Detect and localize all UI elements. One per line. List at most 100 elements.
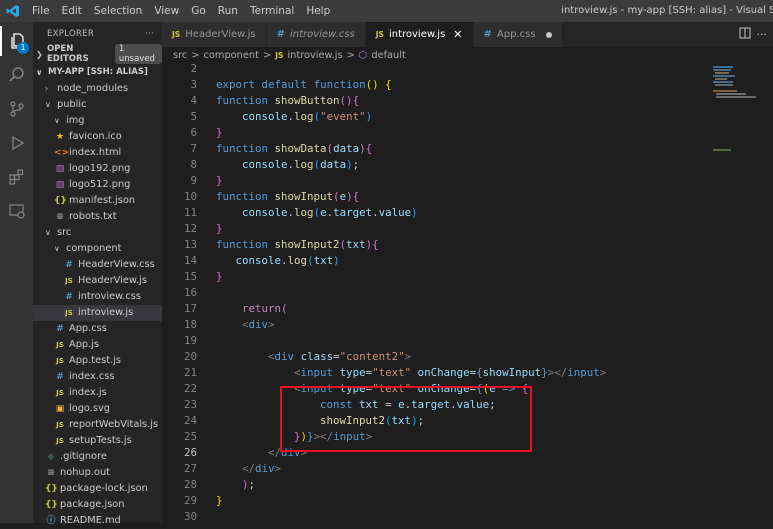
file-tree-item[interactable]: #introview.css [33, 289, 162, 305]
minimap[interactable] [711, 64, 773, 523]
file-tree-item[interactable]: ∨img [33, 113, 162, 129]
menu-item-edit[interactable]: Edit [56, 5, 88, 17]
file-tree-item[interactable]: #App.css [33, 321, 162, 337]
code-text: console.log(e.target.value) [216, 205, 418, 221]
extensions-icon[interactable] [0, 162, 33, 192]
code-line[interactable]: 9} [162, 173, 711, 189]
file-tree-item[interactable]: ◆.gitignore [33, 449, 162, 465]
code-line[interactable]: 28 ); [162, 477, 711, 493]
breadcrumb-item[interactable]: component [204, 50, 259, 61]
line-number: 2 [162, 61, 197, 77]
breadcrumb-item[interactable]: introview.js [287, 50, 342, 61]
file-tree-item[interactable]: <>index.html [33, 145, 162, 161]
js-icon: JS [54, 433, 66, 449]
code-line[interactable]: 6} [162, 125, 711, 141]
code-line[interactable]: 17 return( [162, 301, 711, 317]
code-text: } [216, 269, 223, 285]
tab-introview-js[interactable]: JSintroview.js✕ [366, 22, 474, 47]
line-number: 9 [162, 173, 197, 189]
file-tree-item[interactable]: ∨src [33, 225, 162, 241]
menu-item-go[interactable]: Go [185, 5, 212, 17]
breadcrumb-item[interactable]: default [371, 50, 405, 61]
menu-item-run[interactable]: Run [212, 5, 244, 17]
open-editors-section[interactable]: ❯ OPEN EDITORS 1 unsaved [33, 45, 162, 63]
code-line[interactable]: 14 console.log(txt) [162, 253, 711, 269]
source-control-icon[interactable] [0, 94, 33, 124]
code-line[interactable]: 15} [162, 269, 711, 285]
code-text: } [216, 221, 223, 237]
image-icon: ▨ [54, 177, 66, 193]
code-line[interactable]: 16 [162, 285, 711, 301]
file-tree-item[interactable]: ∨component [33, 241, 162, 257]
menu-item-view[interactable]: View [148, 5, 185, 17]
tab-introview-css[interactable]: #introview.css [267, 22, 366, 47]
file-tree-item[interactable]: {}package-lock.json [33, 481, 162, 497]
split-editor-icon[interactable] [739, 27, 751, 42]
file-tree-item[interactable]: {}package.json [33, 497, 162, 513]
file-tree-item[interactable]: #index.css [33, 369, 162, 385]
file-tree-item[interactable]: {}manifest.json [33, 193, 162, 209]
code-line[interactable]: 11 console.log(e.target.value) [162, 205, 711, 221]
remote-explorer-icon[interactable] [0, 196, 33, 226]
code-editor[interactable]: 23export default function() {4function s… [162, 64, 711, 523]
breadcrumb-item[interactable]: src [173, 50, 187, 61]
code-line[interactable]: 29} [162, 493, 711, 509]
tab-headerview-js[interactable]: JSHeaderView.js [162, 22, 267, 47]
file-tree-item[interactable]: JSApp.test.js [33, 353, 162, 369]
file-tree-item[interactable]: JSHeaderView.js [33, 273, 162, 289]
tab-app-css[interactable]: #App.css [474, 22, 563, 47]
code-line[interactable]: 4function showButton(){ [162, 93, 711, 109]
json-icon: {} [54, 193, 66, 209]
menu-item-selection[interactable]: Selection [88, 5, 148, 17]
explorer-icon[interactable]: 1 [0, 26, 33, 56]
code-line[interactable]: 7function showData(data){ [162, 141, 711, 157]
chevron-down-icon: ∨ [54, 113, 63, 129]
file-tree-item[interactable]: ▣logo.svg [33, 401, 162, 417]
file-tree-item[interactable]: JSsetupTests.js [33, 433, 162, 449]
file-tree-item[interactable]: JSreportWebVitals.js [33, 417, 162, 433]
file-tree-item[interactable]: JSintroview.js [33, 305, 162, 321]
run-debug-icon[interactable] [0, 128, 33, 158]
file-tree-item[interactable]: ≡robots.txt [33, 209, 162, 225]
file-tree-label: package.json [60, 497, 125, 513]
file-tree-item[interactable]: ∨public [33, 97, 162, 113]
file-tree-item[interactable]: ▨logo512.png [33, 177, 162, 193]
css-icon: # [54, 369, 66, 385]
file-tree-item[interactable]: JSApp.js [33, 337, 162, 353]
code-line[interactable]: 18 <div> [162, 317, 711, 333]
file-tree-item[interactable]: ▨logo192.png [33, 161, 162, 177]
file-tree-label: src [57, 225, 71, 241]
more-actions-icon[interactable]: ··· [145, 29, 154, 39]
code-line[interactable]: 5 console.log("event") [162, 109, 711, 125]
menu-item-file[interactable]: File [26, 5, 56, 17]
code-line[interactable]: 13function showInput2(txt){ [162, 237, 711, 253]
file-tree-item[interactable]: ≡nohup.out [33, 465, 162, 481]
unsaved-dot-icon[interactable] [546, 32, 552, 38]
code-line[interactable]: 8 console.log(data); [162, 157, 711, 173]
file-tree-item[interactable]: ★favicon.ico [33, 129, 162, 145]
code-line[interactable]: 3export default function() { [162, 77, 711, 93]
file-tree-label: favicon.ico [69, 129, 122, 145]
code-line[interactable]: 2 [162, 61, 711, 77]
file-tree-item[interactable]: JSindex.js [33, 385, 162, 401]
file-tree-label: introview.css [78, 289, 141, 305]
code-line[interactable]: 21 <input type="text" onChange={showInpu… [162, 365, 711, 381]
search-icon[interactable] [0, 60, 33, 90]
file-tree-label: public [57, 97, 86, 113]
menu-item-terminal[interactable]: Terminal [244, 5, 300, 17]
code-line[interactable]: 19 [162, 333, 711, 349]
code-line[interactable]: 20 <div class="content2"> [162, 349, 711, 365]
project-root-section[interactable]: ∨ MY-APP [SSH: ALIAS] [33, 63, 162, 81]
file-tree-item[interactable]: #HeaderView.css [33, 257, 162, 273]
more-actions-icon[interactable]: ··· [757, 28, 768, 41]
file-tree-item[interactable]: ›node_modules [33, 81, 162, 97]
menu-item-help[interactable]: Help [300, 5, 336, 17]
code-text: function showInput2(txt){ [216, 237, 379, 253]
code-line[interactable]: 12} [162, 221, 711, 237]
code-line[interactable]: 10function showInput(e){ [162, 189, 711, 205]
file-tree-item[interactable]: ⓘREADME.md [33, 513, 162, 529]
chevron-down-icon: ∨ [36, 68, 45, 77]
code-line[interactable]: 27 </div> [162, 461, 711, 477]
close-tab-icon[interactable]: ✕ [453, 28, 462, 41]
text-icon: ≡ [45, 465, 57, 481]
